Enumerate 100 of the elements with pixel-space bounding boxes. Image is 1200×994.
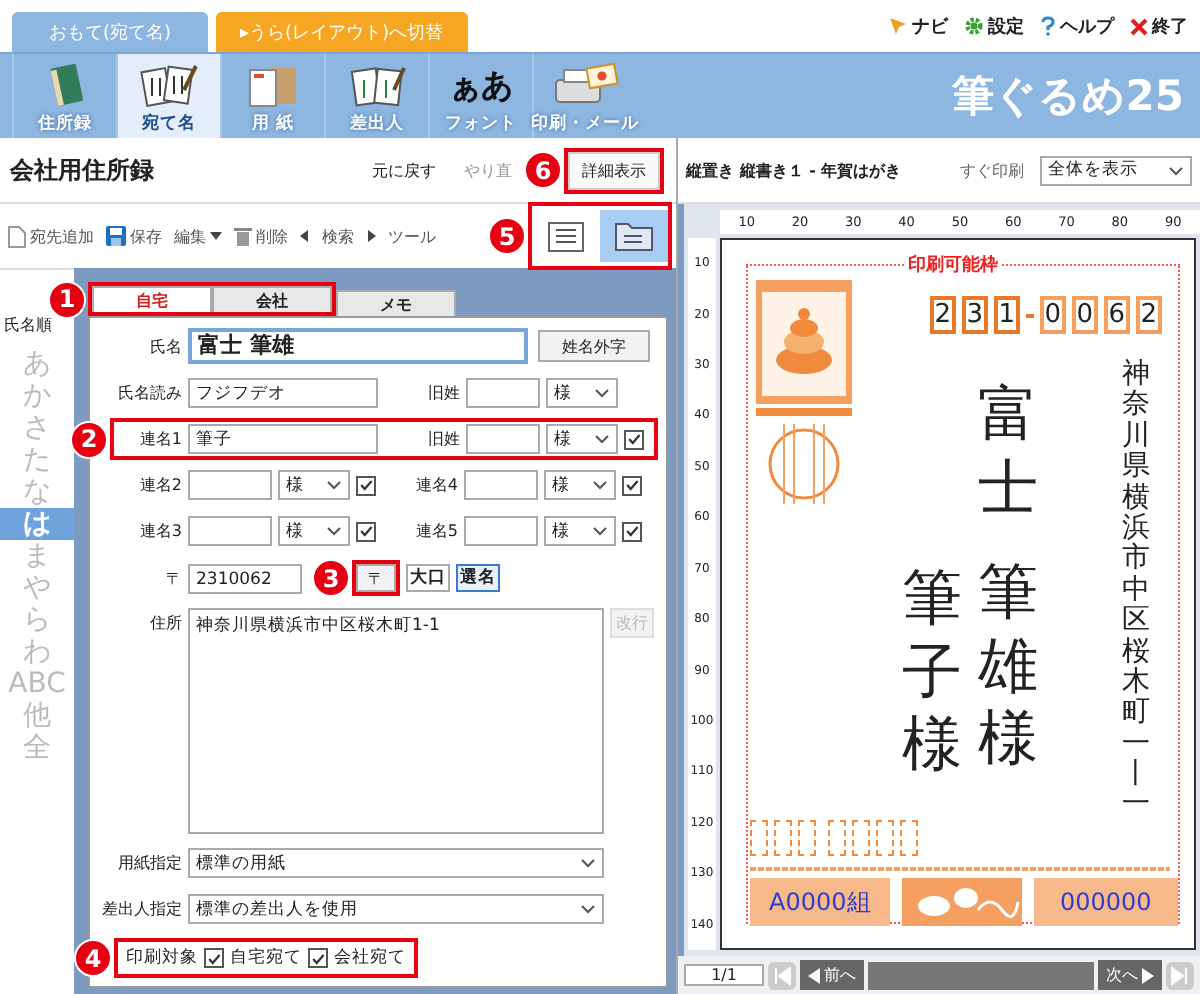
postal-digit-box: 0	[1071, 296, 1098, 334]
honorific: 様	[901, 710, 962, 784]
printable-area-label: 印刷可能枠	[905, 252, 1000, 278]
dropdown[interactable]: 様	[546, 378, 618, 408]
field-label: 旧姓	[426, 428, 460, 450]
toolbar-action[interactable]: 編集	[174, 225, 222, 247]
dropdown[interactable]: 標準の用紙	[188, 848, 604, 878]
dropdown[interactable]: 標準の差出人を使用	[188, 894, 604, 924]
name-glyph-button[interactable]: 姓名外字	[538, 330, 650, 362]
dropdown[interactable]: 様	[278, 470, 350, 500]
next-icon[interactable]	[366, 230, 376, 242]
dropdown[interactable]: 様	[544, 516, 616, 546]
header-link[interactable]: 設定	[964, 13, 1024, 39]
chevron-icon	[592, 526, 608, 536]
checkbox-label: 会社宛て	[334, 946, 406, 970]
dropdown[interactable]: 全体を表示	[1040, 155, 1192, 185]
field-label: 〒	[164, 567, 182, 589]
maiden-name-field[interactable]	[466, 424, 540, 454]
address-field[interactable]: 神奈川県横浜市中区桜木町1-1	[188, 608, 604, 834]
checkbox[interactable]	[622, 521, 642, 541]
form-tab[interactable]: 自宅	[92, 286, 212, 312]
toolbar-action[interactable]: 検索	[322, 225, 354, 247]
chevron-icon	[580, 858, 596, 868]
field-label: 連名5	[413, 520, 458, 542]
header-link[interactable]: ナビ	[888, 13, 948, 39]
next-button[interactable]: 次へ	[1098, 960, 1162, 990]
toolbar-action[interactable]: 削除	[234, 225, 288, 247]
postal-option[interactable]: 大口	[406, 564, 450, 592]
lottery-prize-drawing	[901, 878, 1022, 926]
joint-name-field[interactable]	[188, 470, 272, 500]
checkbox[interactable]	[356, 521, 376, 541]
toolbar-button[interactable]: 宛て名	[116, 54, 220, 138]
lottery-number: 000000	[1033, 878, 1178, 926]
field-label: 印刷対象	[126, 946, 198, 970]
checkbox-label: 自宅宛て	[230, 946, 302, 970]
reading-field[interactable]: フジフデオ	[188, 378, 378, 408]
checkbox[interactable]	[622, 475, 642, 495]
postcards-icon	[347, 62, 407, 110]
header-link[interactable]: ヘルプ	[1040, 13, 1114, 39]
form-tab[interactable]: メモ	[336, 290, 456, 316]
joint-name-field[interactable]	[188, 516, 272, 546]
field-label: 連名1	[137, 428, 182, 450]
dropdown[interactable]: 様	[278, 516, 350, 546]
previous-icon[interactable]	[300, 230, 310, 242]
postal-option[interactable]: 選名	[456, 564, 500, 592]
sender-postal-box	[827, 820, 846, 856]
recipient-address: 神奈川県横浜市中区桜木町一丨一	[1121, 360, 1150, 822]
folder-icon	[614, 220, 654, 252]
callout-badge: 4	[74, 939, 112, 977]
header-link[interactable]: 終了	[1130, 13, 1188, 39]
joint-given-name: 筆子	[901, 564, 962, 711]
field-label: 旧姓	[426, 382, 460, 404]
app-logo: 筆ぐるめ25	[951, 70, 1186, 124]
field-label: 用紙指定	[116, 852, 182, 874]
field-label: 連名3	[137, 520, 182, 542]
dropdown[interactable]: 様	[544, 470, 616, 500]
font-icon: ぁあ	[449, 62, 513, 110]
maiden-name-field[interactable]	[466, 378, 540, 408]
toolbar-action[interactable]: ツール	[388, 225, 436, 247]
field-label: 差出人指定	[100, 898, 182, 920]
joint-name-field[interactable]	[464, 470, 538, 500]
detail-view-button[interactable]: 詳細表示	[568, 151, 660, 189]
form-tab[interactable]: 会社	[212, 286, 332, 312]
callout-badge: 3	[312, 559, 350, 597]
honorific: 様	[977, 704, 1038, 778]
checkbox[interactable]	[308, 948, 328, 968]
postal-code-field[interactable]: 2310062	[188, 563, 302, 593]
sender-postal-box	[899, 820, 918, 856]
trash-icon	[234, 226, 252, 246]
toolbar-action[interactable]: 宛先追加	[8, 225, 94, 247]
dropdown[interactable]: 様	[546, 424, 618, 454]
layout-title: 縦置き 縦書き１ - 年賀はがき	[686, 159, 904, 181]
view-toggle[interactable]	[600, 210, 668, 262]
toolbar-button[interactable]: ぁあ フォント	[428, 54, 532, 138]
name-field[interactable]: 富士 筆雄	[188, 328, 528, 364]
page-scrollbar[interactable]	[868, 961, 1094, 989]
joint-name-field[interactable]: 筆子	[188, 424, 378, 454]
quick-print-button[interactable]: すぐ印刷	[960, 159, 1024, 181]
chevron-icon	[592, 480, 608, 490]
previous-button[interactable]: 前へ	[800, 960, 864, 990]
sender-postal-box	[773, 820, 792, 856]
checkbox[interactable]	[624, 429, 644, 449]
close-icon	[1130, 17, 1148, 35]
address-book-title: 会社用住所録	[10, 153, 154, 187]
lottery-group-number: A0000組	[749, 878, 890, 926]
undo-button[interactable]: 元に戻す	[372, 159, 436, 181]
checkbox[interactable]	[204, 948, 224, 968]
callout-badge: 2	[70, 420, 108, 458]
chevron-icon	[594, 388, 610, 398]
recipient-given-name: 筆雄	[977, 558, 1038, 705]
document-icon	[8, 225, 26, 247]
save-icon	[106, 226, 126, 246]
postal-lookup-button[interactable]: 〒	[356, 564, 396, 592]
caret-icon	[210, 232, 222, 240]
checkbox[interactable]	[356, 475, 376, 495]
field-label: 氏名	[148, 335, 182, 357]
settings-icon	[964, 16, 984, 36]
toolbar-action[interactable]: 保存	[106, 225, 162, 247]
joint-name-field[interactable]	[464, 516, 538, 546]
page-field[interactable]: 1/1	[684, 964, 764, 986]
